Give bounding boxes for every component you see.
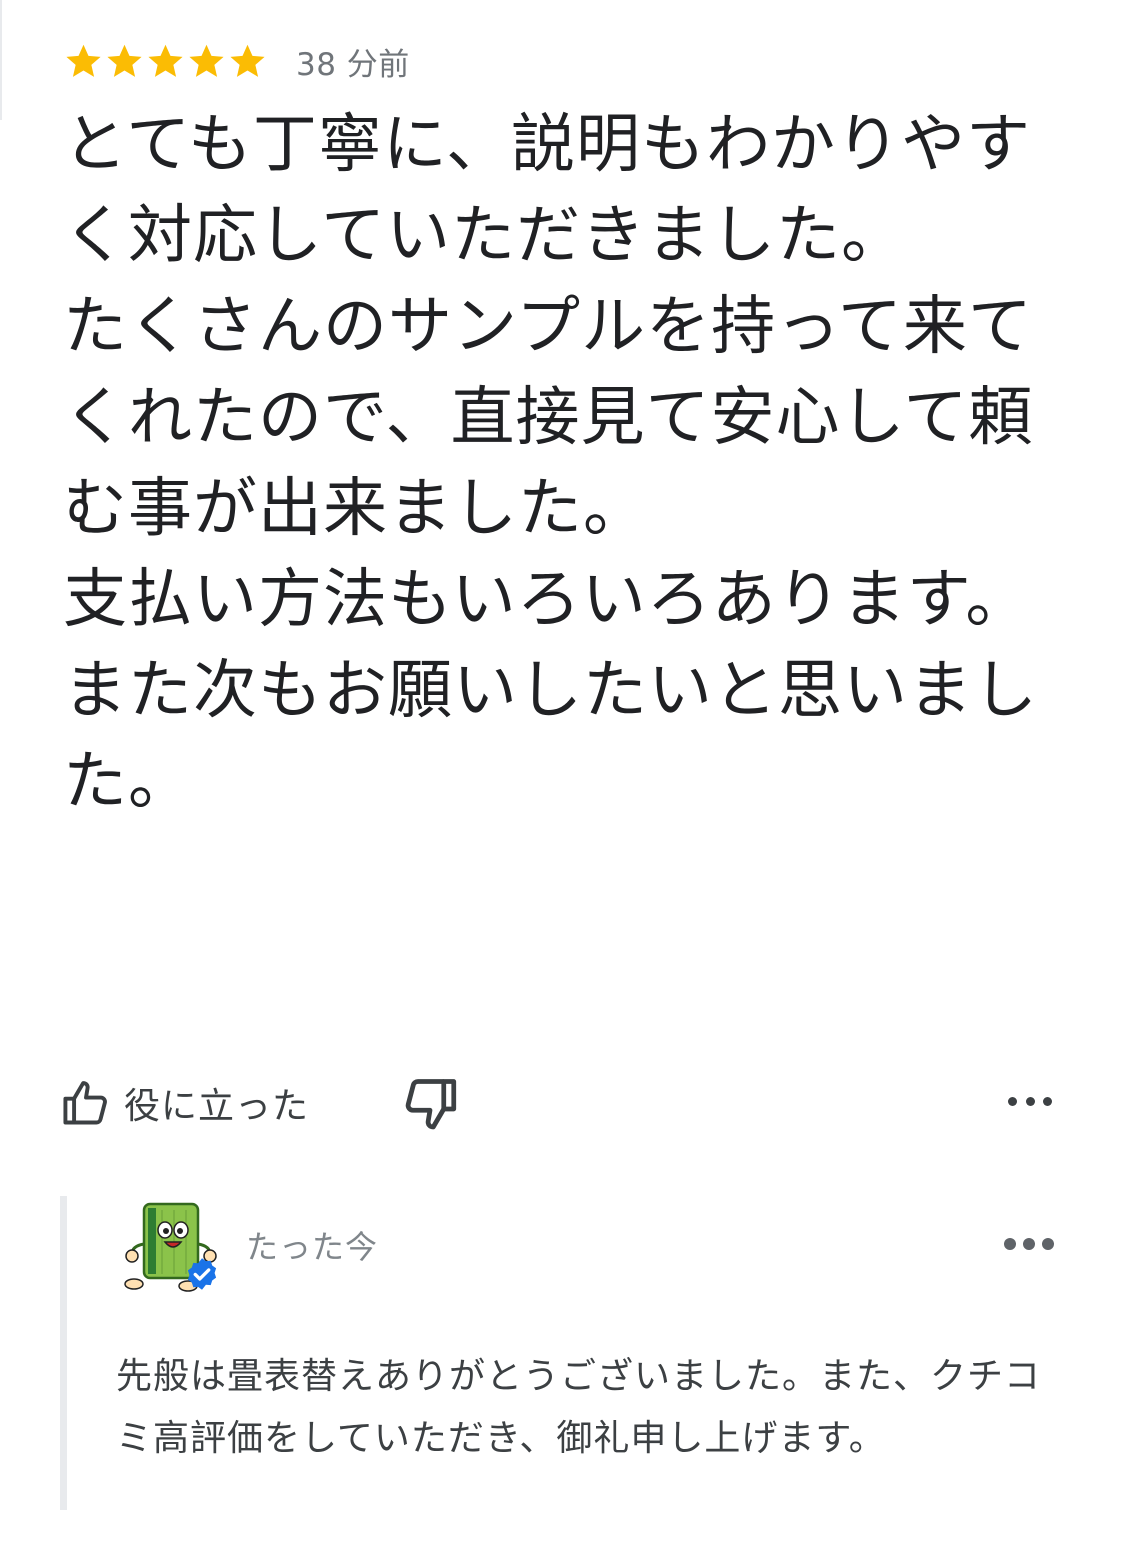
thumb-up-icon bbox=[63, 1081, 107, 1125]
dot bbox=[1008, 1096, 1017, 1106]
star-rating bbox=[63, 41, 268, 82]
star-icon bbox=[230, 44, 265, 77]
verified-badge-icon bbox=[187, 1258, 217, 1290]
star-icon bbox=[107, 44, 142, 77]
review-text: とても丁寧に、説明もわかりやすく対応していただきました。 たくさんのサンプルを持… bbox=[63, 108, 1038, 819]
helpful-button[interactable]: 役に立った bbox=[60, 1068, 309, 1138]
owner-reply: たった今 先般は畳表替えありがとうございました。また、クチコミ高評価をしていただ… bbox=[60, 1196, 1060, 1510]
dot bbox=[1042, 1238, 1054, 1250]
review-time-ago: 38 分前 bbox=[296, 46, 410, 83]
dot bbox=[1023, 1238, 1035, 1250]
reply-text: 先般は畳表替えありがとうございました。また、クチコミ高評価をしていただき、御礼申… bbox=[116, 1356, 1042, 1459]
more-options-icon[interactable] bbox=[1008, 1086, 1052, 1116]
dot bbox=[1043, 1096, 1052, 1106]
review-actions: 役に立った bbox=[60, 1068, 1060, 1138]
dot bbox=[1004, 1238, 1016, 1250]
reply-more-options-icon[interactable] bbox=[1004, 1232, 1054, 1256]
thumb-down-icon[interactable] bbox=[400, 1074, 460, 1134]
star-icon bbox=[148, 44, 183, 77]
star-icon bbox=[189, 44, 224, 77]
helpful-label: 役に立った bbox=[124, 1086, 310, 1127]
dot bbox=[1025, 1096, 1035, 1106]
review-rating-row: 38 分前 bbox=[63, 36, 410, 86]
left-edge-divider bbox=[0, 0, 2, 120]
reply-indent-bar bbox=[60, 1196, 67, 1510]
reply-time: たった今 bbox=[246, 1228, 379, 1266]
star-icon bbox=[66, 44, 101, 77]
